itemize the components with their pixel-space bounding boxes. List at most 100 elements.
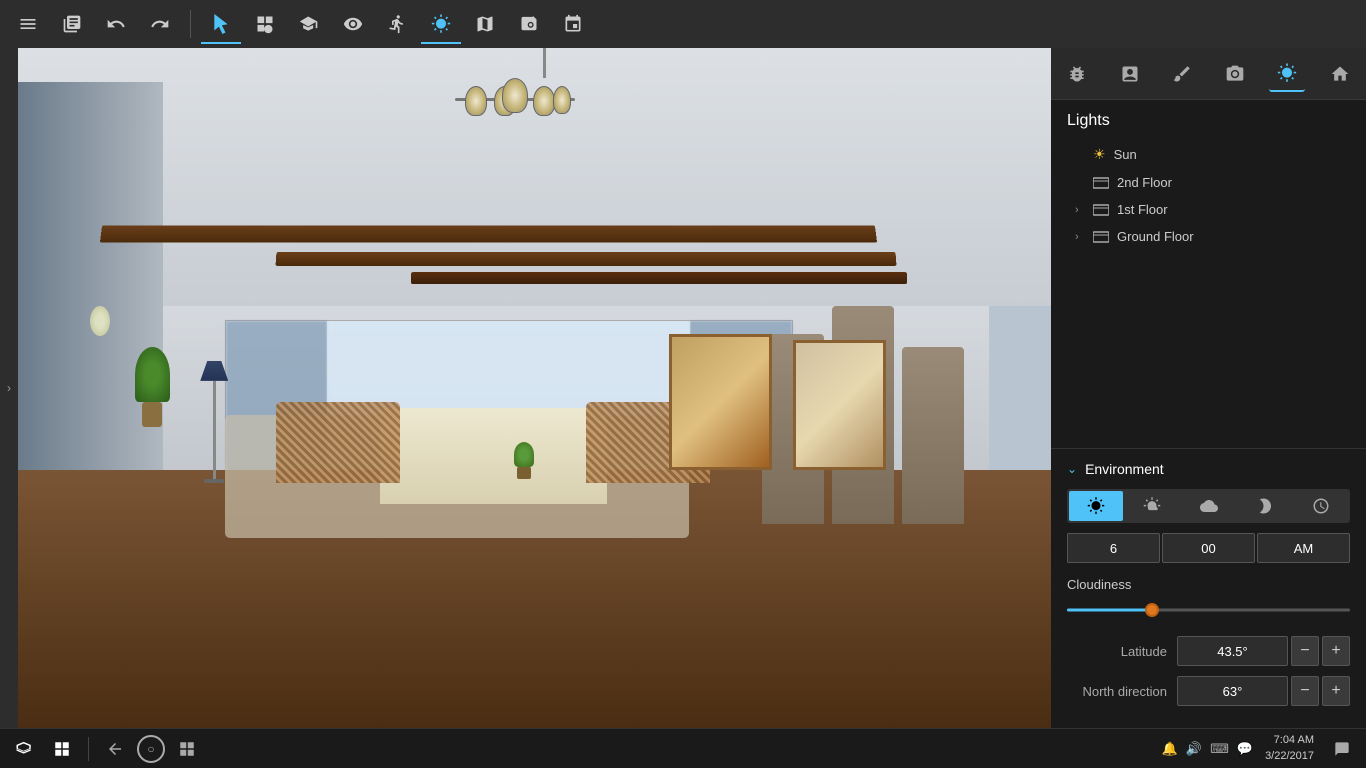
chandelier bbox=[504, 48, 587, 148]
right-panel: Lights ☀ Sun 2nd Floor › bbox=[1051, 48, 1366, 728]
cloudiness-label: Cloudiness bbox=[1067, 577, 1350, 592]
1st-floor-light-item[interactable]: › 1st Floor bbox=[1067, 196, 1350, 223]
north-direction-field[interactable]: 63° bbox=[1177, 676, 1288, 706]
latitude-field[interactable]: 43.5° bbox=[1177, 636, 1288, 666]
measure-icon[interactable] bbox=[465, 4, 505, 44]
environment-section: ⌄ Environment bbox=[1051, 448, 1366, 728]
environment-header[interactable]: ⌄ Environment bbox=[1067, 461, 1350, 477]
panel-home-icon[interactable] bbox=[1322, 56, 1358, 92]
windows-start-icon[interactable] bbox=[8, 733, 40, 765]
edit-icon[interactable] bbox=[289, 4, 329, 44]
wall-sconce bbox=[90, 306, 131, 336]
notification-icon[interactable]: 🔔 bbox=[1162, 741, 1178, 757]
1st-floor-expand: › bbox=[1075, 204, 1087, 216]
redo-icon[interactable] bbox=[140, 4, 180, 44]
ground-floor-expand: › bbox=[1075, 231, 1087, 243]
small-plant bbox=[504, 442, 545, 496]
2nd-floor-icon bbox=[1093, 176, 1109, 190]
latitude-label: Latitude bbox=[1067, 644, 1167, 659]
north-direction-minus-btn[interactable]: − bbox=[1291, 676, 1319, 706]
env-collapse-arrow: ⌄ bbox=[1067, 462, 1077, 476]
latitude-minus-btn[interactable]: − bbox=[1291, 636, 1319, 666]
ground-floor-light-item[interactable]: › Ground Floor bbox=[1067, 223, 1350, 250]
sun-light-item[interactable]: ☀ Sun bbox=[1067, 140, 1350, 169]
left-nav[interactable]: › bbox=[0, 48, 18, 728]
sky-night-btn[interactable] bbox=[1238, 491, 1292, 521]
select-tool-icon[interactable] bbox=[201, 4, 241, 44]
period-value: AM bbox=[1294, 541, 1314, 556]
library-icon[interactable] bbox=[52, 4, 92, 44]
sun-icon: ☀ bbox=[1093, 146, 1106, 163]
hour-value: 6 bbox=[1110, 541, 1117, 556]
3d-export-icon[interactable] bbox=[553, 4, 593, 44]
north-direction-label: North direction bbox=[1067, 684, 1167, 699]
sky-clear-btn[interactable] bbox=[1069, 491, 1123, 521]
volume-icon[interactable]: 🔊 bbox=[1186, 741, 1202, 757]
slider-thumb[interactable] bbox=[1145, 603, 1159, 617]
period-input[interactable]: AM bbox=[1257, 533, 1350, 563]
cortana-icon[interactable]: ○ bbox=[137, 735, 165, 763]
2nd-floor-expand bbox=[1075, 177, 1087, 189]
plant-leaves bbox=[135, 347, 170, 402]
chandelier-bulb-4 bbox=[553, 86, 571, 114]
floor-lamp-left bbox=[183, 361, 245, 483]
left-nav-arrow[interactable]: › bbox=[7, 381, 11, 395]
sun-tool-icon[interactable] bbox=[421, 4, 461, 44]
north-direction-plus-btn[interactable]: + bbox=[1322, 676, 1350, 706]
action-center-icon[interactable] bbox=[1326, 733, 1358, 765]
2nd-floor-label: 2nd Floor bbox=[1117, 175, 1172, 190]
task-view-icon[interactable] bbox=[171, 733, 203, 765]
lamp-shade-left bbox=[200, 361, 228, 381]
main-area: › bbox=[0, 48, 1366, 728]
undo-icon[interactable] bbox=[96, 4, 136, 44]
panel-camera-icon[interactable] bbox=[1217, 56, 1253, 92]
language-icon[interactable]: 💬 bbox=[1237, 741, 1253, 757]
2nd-floor-light-item[interactable]: 2nd Floor bbox=[1067, 169, 1350, 196]
dining-chair-3 bbox=[902, 347, 964, 524]
sofa bbox=[380, 408, 607, 503]
panel-lighting-icon[interactable] bbox=[1269, 56, 1305, 92]
ground-floor-icon bbox=[1093, 230, 1109, 244]
sky-time-btn[interactable] bbox=[1294, 491, 1348, 521]
walk-icon[interactable] bbox=[377, 4, 417, 44]
taskbar-sep-1 bbox=[88, 737, 89, 761]
slider-track bbox=[1067, 609, 1350, 612]
sky-cloudy-btn[interactable] bbox=[1181, 491, 1235, 521]
camera-icon[interactable] bbox=[509, 4, 549, 44]
lights-section: Lights ☀ Sun 2nd Floor › bbox=[1051, 100, 1366, 258]
back-icon[interactable] bbox=[99, 733, 131, 765]
sky-partly-cloudy-btn[interactable] bbox=[1125, 491, 1179, 521]
panel-furniture-icon[interactable] bbox=[1059, 56, 1095, 92]
chandelier-body bbox=[450, 78, 580, 148]
panel-material-icon[interactable] bbox=[1164, 56, 1200, 92]
1st-floor-icon bbox=[1093, 203, 1109, 217]
sconce-light bbox=[90, 306, 110, 336]
menu-icon[interactable] bbox=[8, 4, 48, 44]
lights-title: Lights bbox=[1067, 112, 1350, 130]
north-direction-row: North direction 63° − + bbox=[1067, 676, 1350, 706]
small-plant-pot bbox=[517, 467, 531, 479]
lamp-base bbox=[204, 479, 224, 483]
toolbar-separator-1 bbox=[190, 10, 191, 38]
hour-input[interactable]: 6 bbox=[1067, 533, 1160, 563]
latitude-value: 43.5° bbox=[1217, 644, 1248, 659]
beam-1 bbox=[99, 225, 876, 242]
panel-build-icon[interactable] bbox=[1112, 56, 1148, 92]
latitude-plus-btn[interactable]: + bbox=[1322, 636, 1350, 666]
minute-input[interactable]: 00 bbox=[1162, 533, 1255, 563]
windows-logo-icon[interactable] bbox=[46, 733, 78, 765]
taskbar: ○ 🔔 🔊 ⌨ 💬 7:04 AM 3/22/2017 bbox=[0, 728, 1366, 768]
keyboard-icon[interactable]: ⌨ bbox=[1210, 741, 1229, 757]
clock-date: 3/22/2017 bbox=[1265, 749, 1314, 764]
taskbar-left: ○ bbox=[8, 733, 203, 765]
clock-time: 7:04 AM bbox=[1265, 733, 1314, 748]
system-clock[interactable]: 7:04 AM 3/22/2017 bbox=[1265, 733, 1314, 764]
small-plant-leaves bbox=[514, 442, 534, 467]
viewport[interactable] bbox=[18, 48, 1051, 728]
time-row: 6 00 AM bbox=[1067, 533, 1350, 563]
cloudiness-slider[interactable] bbox=[1067, 600, 1350, 620]
slider-fill bbox=[1067, 609, 1152, 612]
arrange-icon[interactable] bbox=[245, 4, 285, 44]
view-icon[interactable] bbox=[333, 4, 373, 44]
sky-type-buttons bbox=[1067, 489, 1350, 523]
